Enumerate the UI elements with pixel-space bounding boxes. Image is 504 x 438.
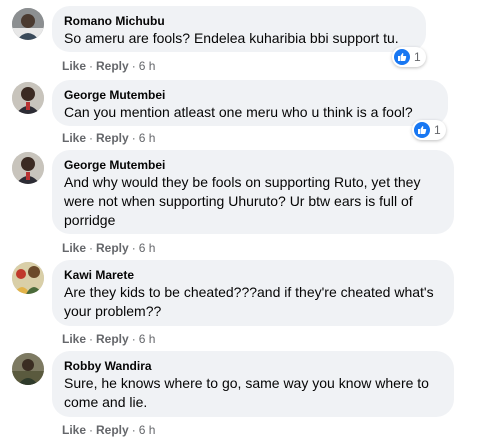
comment-author[interactable]: Kawi Marete xyxy=(64,267,442,283)
comment-author[interactable]: Romano Michubu xyxy=(64,13,414,29)
timestamp[interactable]: 6 h xyxy=(139,131,156,145)
comment-author[interactable]: George Mutembei xyxy=(64,87,436,103)
timestamp[interactable]: 6 h xyxy=(139,241,156,255)
timestamp[interactable]: 6 h xyxy=(139,332,156,346)
reply-button[interactable]: Reply xyxy=(96,59,129,73)
like-button[interactable]: Like xyxy=(62,241,86,255)
comment-bubble: George Mutembei And why would they be fo… xyxy=(52,150,454,234)
avatar[interactable] xyxy=(12,8,44,40)
comment-actions: Like · Reply · 6 h xyxy=(62,423,155,437)
comment-actions: Like · Reply · 6 h xyxy=(62,332,155,346)
comment-actions: Like · Reply · 6 h xyxy=(62,241,155,255)
like-icon xyxy=(394,49,410,65)
comment-author[interactable]: Robby Wandira xyxy=(64,358,442,374)
separator-dot: · xyxy=(131,423,136,437)
reply-button[interactable]: Reply xyxy=(96,332,129,346)
separator-dot: · xyxy=(131,332,136,346)
reaction-count-label: 1 xyxy=(414,50,421,64)
avatar[interactable] xyxy=(12,262,44,294)
timestamp[interactable]: 6 h xyxy=(139,59,156,73)
avatar[interactable] xyxy=(12,353,44,385)
avatar[interactable] xyxy=(12,152,44,184)
comment-text: So ameru are fools? Endelea kuharibia bb… xyxy=(64,30,399,46)
reply-button[interactable]: Reply xyxy=(96,423,129,437)
like-button[interactable]: Like xyxy=(62,59,86,73)
like-button[interactable]: Like xyxy=(62,332,86,346)
reaction-count-label: 1 xyxy=(434,123,441,137)
like-button[interactable]: Like xyxy=(62,423,86,437)
avatar-photo xyxy=(12,353,44,385)
separator-dot: · xyxy=(89,241,94,255)
comment-text: Sure, he knows where to go, same way you… xyxy=(64,375,429,410)
avatar[interactable] xyxy=(12,82,44,114)
like-button[interactable]: Like xyxy=(62,131,86,145)
avatar-photo xyxy=(12,82,44,114)
separator-dot: · xyxy=(89,332,94,346)
separator-dot: · xyxy=(131,241,136,255)
comment-bubble: George Mutembei Can you mention atleast … xyxy=(52,80,448,126)
comment-text: And why would they be fools on supportin… xyxy=(64,174,421,228)
comment-actions: Like · Reply · 6 h xyxy=(62,59,155,73)
reaction-count[interactable]: 1 xyxy=(392,47,426,67)
reply-button[interactable]: Reply xyxy=(96,131,129,145)
separator-dot: · xyxy=(89,131,94,145)
comment-bubble: Kawi Marete Are they kids to be cheated?… xyxy=(52,260,454,326)
separator-dot: · xyxy=(89,423,94,437)
reaction-count[interactable]: 1 xyxy=(412,120,446,140)
timestamp[interactable]: 6 h xyxy=(139,423,156,437)
comment-actions: Like · Reply · 6 h xyxy=(62,131,155,145)
comment-text: Can you mention atleast one meru who u t… xyxy=(64,104,413,120)
comment-bubble: Robby Wandira Sure, he knows where to go… xyxy=(52,351,454,417)
separator-dot: · xyxy=(131,131,136,145)
avatar-photo xyxy=(12,8,44,40)
separator-dot: · xyxy=(89,59,94,73)
avatar-photo xyxy=(12,152,44,184)
avatar-photo xyxy=(12,262,44,294)
like-icon xyxy=(414,122,430,138)
comment-bubble: Romano Michubu So ameru are fools? Endel… xyxy=(52,6,426,52)
comment-text: Are they kids to be cheated???and if the… xyxy=(64,284,434,319)
comment-author[interactable]: George Mutembei xyxy=(64,157,442,173)
separator-dot: · xyxy=(131,59,136,73)
reply-button[interactable]: Reply xyxy=(96,241,129,255)
